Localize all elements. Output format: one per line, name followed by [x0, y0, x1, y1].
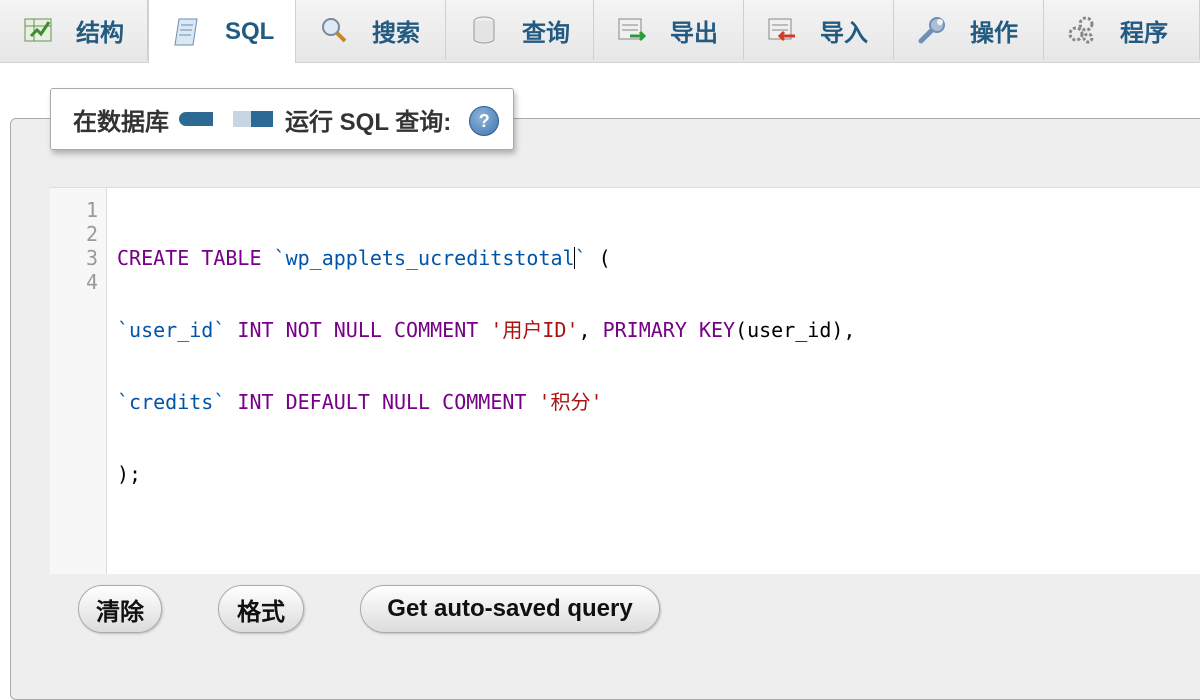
tab-export[interactable]: 导出 — [594, 0, 744, 60]
help-icon[interactable]: ? — [469, 106, 500, 136]
tab-label: 结构 — [76, 19, 124, 47]
tab-label: 查询 — [522, 19, 570, 47]
code-line: `user_id` INT NOT NULL COMMENT '用户ID', P… — [117, 318, 856, 342]
export-icon — [616, 14, 648, 46]
get-autosaved-query-button[interactable]: Get auto-saved query — [360, 585, 660, 633]
database-name-redacted-2 — [233, 111, 273, 127]
query-icon — [468, 14, 500, 46]
line-number: 3 — [85, 246, 98, 270]
tab-operations[interactable]: 操作 — [894, 0, 1044, 60]
code-line: CREATE TABLE `wp_applets_ucreditstotal` … — [117, 246, 611, 270]
structure-icon — [22, 14, 54, 46]
wrench-icon — [916, 14, 948, 46]
routines-icon — [1066, 14, 1098, 46]
text-cursor — [573, 247, 575, 269]
line-number: 4 — [85, 270, 98, 294]
tab-search[interactable]: 搜索 — [296, 0, 446, 60]
legend-suffix: 运行 SQL 查询: — [285, 108, 452, 136]
tab-structure[interactable]: 结构 — [0, 0, 148, 60]
tab-bar: 结构 SQL 搜索 查询 导出 导入 操作 程序 — [0, 0, 1200, 63]
tab-label: 程序 — [1120, 19, 1168, 47]
sql-icon — [171, 16, 203, 48]
legend-prefix: 在数据库 — [73, 108, 169, 136]
database-name-redacted — [179, 112, 213, 126]
import-icon — [766, 14, 798, 46]
tab-query[interactable]: 查询 — [446, 0, 594, 60]
tab-label: 导出 — [670, 19, 718, 47]
panel-legend: 在数据库 运行 SQL 查询: ? — [50, 88, 515, 150]
line-number: 1 — [85, 198, 98, 222]
tab-label: 搜索 — [372, 19, 420, 47]
search-icon — [318, 14, 350, 46]
tab-routines[interactable]: 程序 — [1044, 0, 1200, 60]
sql-code[interactable]: CREATE TABLE `wp_applets_ucreditstotal` … — [117, 198, 855, 534]
tab-import[interactable]: 导入 — [744, 0, 894, 60]
sql-editor[interactable]: 1 2 3 4 CREATE TABLE `wp_applets_ucredit… — [50, 187, 1200, 574]
tab-label: SQL — [225, 17, 275, 45]
tab-sql[interactable]: SQL — [148, 0, 296, 63]
code-line: ); — [117, 462, 142, 486]
format-button[interactable]: 格式 — [218, 585, 304, 633]
tab-label: 导入 — [820, 19, 868, 47]
line-number: 2 — [85, 222, 98, 246]
line-number-gutter: 1 2 3 4 — [50, 188, 107, 574]
code-line: `credits` INT DEFAULT NULL COMMENT '积分' — [117, 390, 603, 414]
tab-label: 操作 — [970, 19, 1018, 47]
clear-button[interactable]: 清除 — [78, 585, 162, 633]
